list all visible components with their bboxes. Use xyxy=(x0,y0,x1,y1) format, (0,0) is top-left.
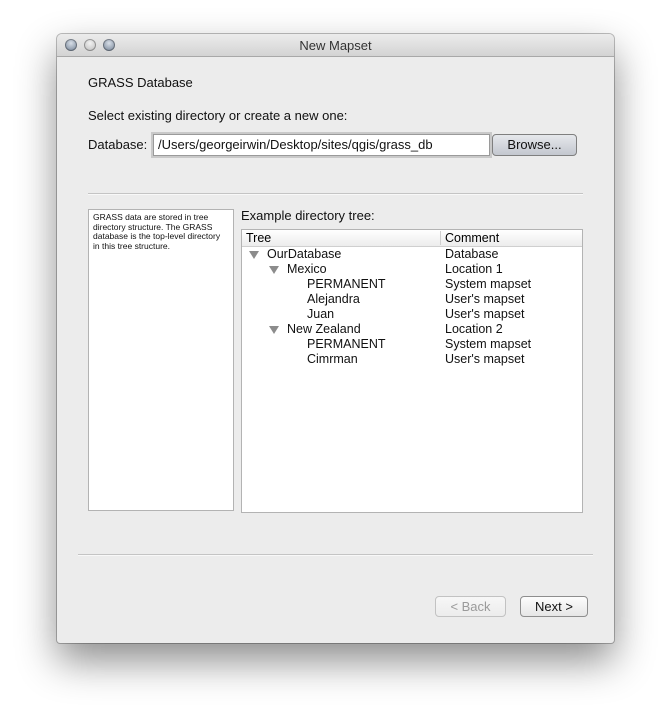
tree-item-name: PERMANENT xyxy=(307,337,386,351)
tree-item-comment: User's mapset xyxy=(445,352,525,366)
disclosure-triangle-icon[interactable] xyxy=(269,266,279,274)
separator-top xyxy=(88,193,583,195)
tree-item-comment: User's mapset xyxy=(445,307,525,321)
window-title: New Mapset xyxy=(299,38,372,53)
tree-row[interactable]: PERMANENT System mapset xyxy=(242,277,582,292)
database-path-input[interactable]: /Users/georgeirwin/Desktop/sites/qgis/gr… xyxy=(153,134,490,156)
back-button[interactable]: < Back xyxy=(435,596,506,617)
disclosure-triangle-icon[interactable] xyxy=(269,326,279,334)
tree-row[interactable]: New Zealand Location 2 xyxy=(242,322,582,337)
tree-item-name: Alejandra xyxy=(307,292,360,306)
tree-row[interactable]: Alejandra User's mapset xyxy=(242,292,582,307)
tree-row[interactable]: PERMANENT System mapset xyxy=(242,337,582,352)
tree-row[interactable]: OurDatabase Database xyxy=(242,247,582,262)
instruction-text: Select existing directory or create a ne… xyxy=(88,108,348,123)
separator-bottom xyxy=(78,554,593,556)
page-heading: GRASS Database xyxy=(88,75,193,90)
tree-item-name: OurDatabase xyxy=(267,247,342,261)
tree-item-comment: System mapset xyxy=(445,337,532,351)
column-header-tree[interactable]: Tree xyxy=(246,231,271,245)
tree-item-comment: Location 2 xyxy=(445,322,503,336)
tree-row[interactable]: Cimrman User's mapset xyxy=(242,352,582,367)
info-text-box: GRASS data are stored in tree directory … xyxy=(88,209,234,511)
new-mapset-dialog: New Mapset GRASS Database Select existin… xyxy=(57,34,614,643)
tree-row[interactable]: Juan User's mapset xyxy=(242,307,582,322)
tree-item-name: Juan xyxy=(307,307,335,321)
tree-item-comment: Database xyxy=(445,247,499,261)
tree-label: Example directory tree: xyxy=(241,208,375,223)
tree-item-comment: User's mapset xyxy=(445,292,525,306)
tree-item-name: Mexico xyxy=(287,262,327,276)
tree-item-name: New Zealand xyxy=(287,322,361,336)
tree-item-name: PERMANENT xyxy=(307,277,386,291)
example-directory-tree[interactable]: Tree Comment OurDatabase Database Mexico Lo… xyxy=(241,229,583,513)
column-header-comment[interactable]: Comment xyxy=(440,231,499,245)
tree-item-comment: Location 1 xyxy=(445,262,503,276)
tree-row[interactable]: Mexico Location 1 xyxy=(242,262,582,277)
title-bar[interactable]: New Mapset xyxy=(57,34,614,57)
database-label: Database: xyxy=(88,137,148,152)
disclosure-triangle-icon[interactable] xyxy=(249,251,259,259)
tree-item-name: Cimrman xyxy=(307,352,358,366)
next-button[interactable]: Next > xyxy=(520,596,588,617)
browse-button[interactable]: Browse... xyxy=(492,134,577,156)
tree-header: Tree Comment xyxy=(242,230,582,247)
tree-item-comment: System mapset xyxy=(445,277,532,291)
